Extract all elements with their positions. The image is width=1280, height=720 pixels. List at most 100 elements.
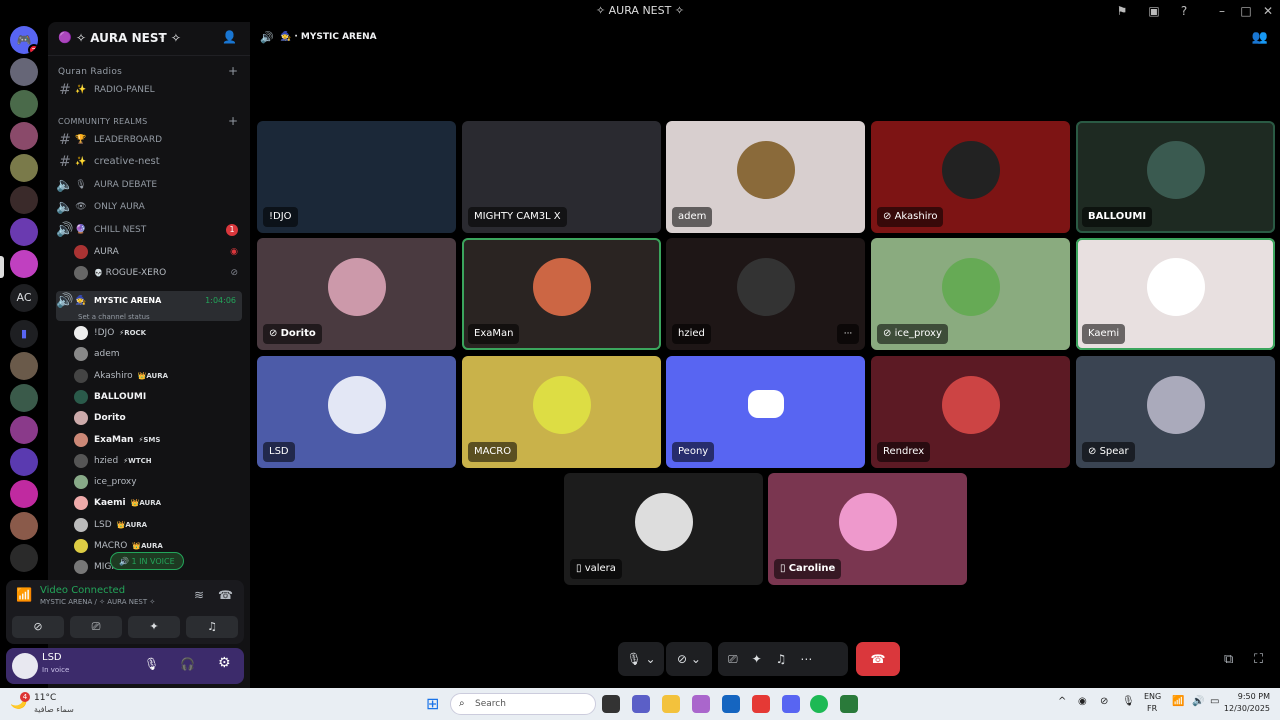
channel-chill-nest[interactable]: 🔊 🔮 CHILL NEST 1 (56, 220, 242, 240)
disconnect-icon[interactable]: ☎ (218, 588, 233, 602)
video-tile[interactable]: LSD (257, 356, 456, 468)
file-explorer-icon[interactable] (662, 695, 680, 713)
channel-only-aura[interactable]: 🔈 👁 ONLY AURA (56, 197, 242, 217)
tray-chevron-icon[interactable]: ^ (1058, 696, 1066, 707)
soundboard-button[interactable]: ♫ (186, 616, 238, 638)
chevron-down-icon[interactable]: ⌄ (158, 31, 166, 42)
video-tile[interactable]: !DJO (257, 121, 456, 233)
video-tile[interactable]: ⊘ Spear (1076, 356, 1275, 468)
inbox-flag-icon[interactable]: ⚑ (1114, 3, 1130, 19)
add-channel-icon[interactable]: + (228, 114, 238, 128)
signal-icon[interactable]: 📶 (16, 588, 32, 603)
clock-time[interactable]: 9:50 PM (1222, 692, 1270, 701)
fullscreen-icon[interactable]: ⛶ (1254, 652, 1263, 667)
wifi-icon[interactable]: 📶 (1172, 696, 1184, 707)
video-tile[interactable]: MACRO (462, 356, 661, 468)
channel-mystic-arena-active[interactable]: 🔊 🧙 MYSTIC ARENA 1:04:06 Set a channel s… (56, 291, 242, 321)
mic-control-button[interactable]: 🎙 ⌄ (618, 642, 664, 676)
discord-taskbar-icon[interactable] (782, 695, 800, 713)
popout-icon[interactable]: ⧉ (1224, 652, 1233, 667)
video-tile[interactable]: Rendrex (871, 356, 1070, 468)
headphones-icon[interactable]: 🎧 (180, 657, 195, 671)
tray-icon[interactable]: ◉ (1078, 696, 1087, 707)
task-view-icon[interactable] (602, 695, 620, 713)
window-icon[interactable]: ▣ (1146, 3, 1162, 19)
category-community-realms[interactable]: COMMUNITY REALMS (58, 117, 148, 126)
camera-control-button[interactable]: ⊘ ⌄ (666, 642, 712, 676)
server-icon[interactable] (10, 58, 38, 86)
teams-icon[interactable] (632, 695, 650, 713)
server-ac[interactable]: AC (10, 284, 38, 312)
store-icon[interactable] (722, 695, 740, 713)
channel-aura-debate[interactable]: 🔈 🎙 AURA DEBATE (56, 175, 242, 195)
voice-user[interactable]: ExaMan ⚡SMS (74, 430, 242, 450)
server-icon[interactable] (10, 186, 38, 214)
server-icon[interactable] (10, 384, 38, 412)
lang-secondary[interactable]: FR (1147, 704, 1157, 713)
direct-messages-icon[interactable]: 🎮 2 (10, 26, 38, 54)
voice-user[interactable]: Dorito (74, 408, 242, 428)
video-tile[interactable]: BALLOUMI (1076, 121, 1275, 233)
voice-status[interactable]: Video Connected (40, 585, 125, 596)
server-icon[interactable] (10, 480, 38, 508)
video-tile[interactable]: ▯ valera (564, 473, 763, 585)
volume-icon[interactable]: 🔊 (1192, 696, 1204, 707)
activities-button[interactable]: ✦ (128, 616, 180, 638)
user-name[interactable]: LSD (42, 652, 62, 663)
voice-user[interactable]: BALLOUMI (74, 387, 242, 407)
help-icon[interactable]: ? (1176, 3, 1192, 19)
taskbar-search[interactable]: ⌕ Search (450, 693, 596, 715)
spotify-icon[interactable] (810, 695, 828, 713)
minimize-icon[interactable]: – (1214, 3, 1230, 19)
close-icon[interactable]: ✕ (1260, 3, 1276, 19)
voice-channel-path[interactable]: MYSTIC ARENA / ✧ AURA NEST ✧ (40, 598, 155, 606)
mic-tray-icon[interactable]: 🎙 (1122, 696, 1135, 707)
copilot-icon[interactable] (692, 695, 710, 713)
server-icon[interactable] (10, 122, 38, 150)
noise-suppression-icon[interactable]: ≋ (194, 588, 204, 602)
server-icon[interactable] (10, 154, 38, 182)
voice-user[interactable]: LSD 👑AURA (74, 515, 242, 535)
category-quran-radios[interactable]: Quran Radios (58, 67, 122, 77)
video-tile[interactable]: MIGHTY CAM3L X (462, 121, 661, 233)
video-tile[interactable]: ⊘ ice_proxy (871, 238, 1070, 350)
server-icon-active[interactable] (10, 250, 38, 278)
video-tile[interactable]: hzied ··· (666, 238, 865, 350)
guild-header[interactable]: 🟣 ✧ AURA NEST ✧ ⌄ 👤 (48, 22, 250, 56)
participants-icon[interactable]: 👥 (1252, 30, 1268, 45)
add-channel-icon[interactable]: + (228, 64, 238, 78)
gear-icon[interactable]: ⚙ (218, 655, 231, 671)
voice-user[interactable]: AURA ◉ (74, 242, 242, 262)
maximize-icon[interactable]: □ (1238, 3, 1254, 19)
voice-user[interactable]: !DJO ⚡ROCK (74, 323, 242, 343)
voice-user[interactable]: 💀 ROGUE-XERO ⊘ (74, 263, 242, 283)
screen-share-button[interactable]: ⎚ (70, 616, 122, 638)
video-tile[interactable]: ExaMan (462, 238, 661, 350)
windows-start-icon[interactable]: ⊞ (426, 694, 439, 713)
network-icon[interactable]: ⊘ (1100, 696, 1108, 707)
voice-user[interactable]: hzied ⚡WTCH (74, 451, 242, 471)
server-icon[interactable] (10, 218, 38, 246)
clock-date[interactable]: 12/30/2025 (1206, 704, 1270, 713)
server-icon[interactable] (10, 448, 38, 476)
video-tile[interactable]: ⊘ Akashiro (871, 121, 1070, 233)
app-icon[interactable] (840, 695, 858, 713)
voice-user[interactable]: ice_proxy (74, 472, 242, 492)
video-tile[interactable]: Kaemi (1076, 238, 1275, 350)
more-options-button[interactable]: ··· (837, 324, 859, 344)
mic-icon[interactable]: 🎙 (144, 657, 159, 671)
server-icon[interactable] (10, 90, 38, 118)
channel-creative-nest[interactable]: # ✨ creative-nest (56, 152, 242, 172)
server-icon[interactable] (10, 512, 38, 540)
action-controls[interactable]: ⎚✦♫⋯ (718, 642, 848, 676)
disconnect-button[interactable]: ☎ (856, 642, 900, 676)
avatar[interactable] (12, 653, 38, 679)
voice-user[interactable]: Kaemi 👑AURA (74, 493, 242, 513)
folder-icon[interactable]: ▮ (10, 320, 38, 348)
voice-user[interactable]: adem (74, 344, 242, 364)
video-tile[interactable]: adem (666, 121, 865, 233)
video-tile[interactable]: ▯ Caroline (768, 473, 967, 585)
video-tile[interactable]: ⊘ Dorito (257, 238, 456, 350)
server-icon[interactable] (10, 352, 38, 380)
camera-toggle-button[interactable]: ⊘ (12, 616, 64, 638)
